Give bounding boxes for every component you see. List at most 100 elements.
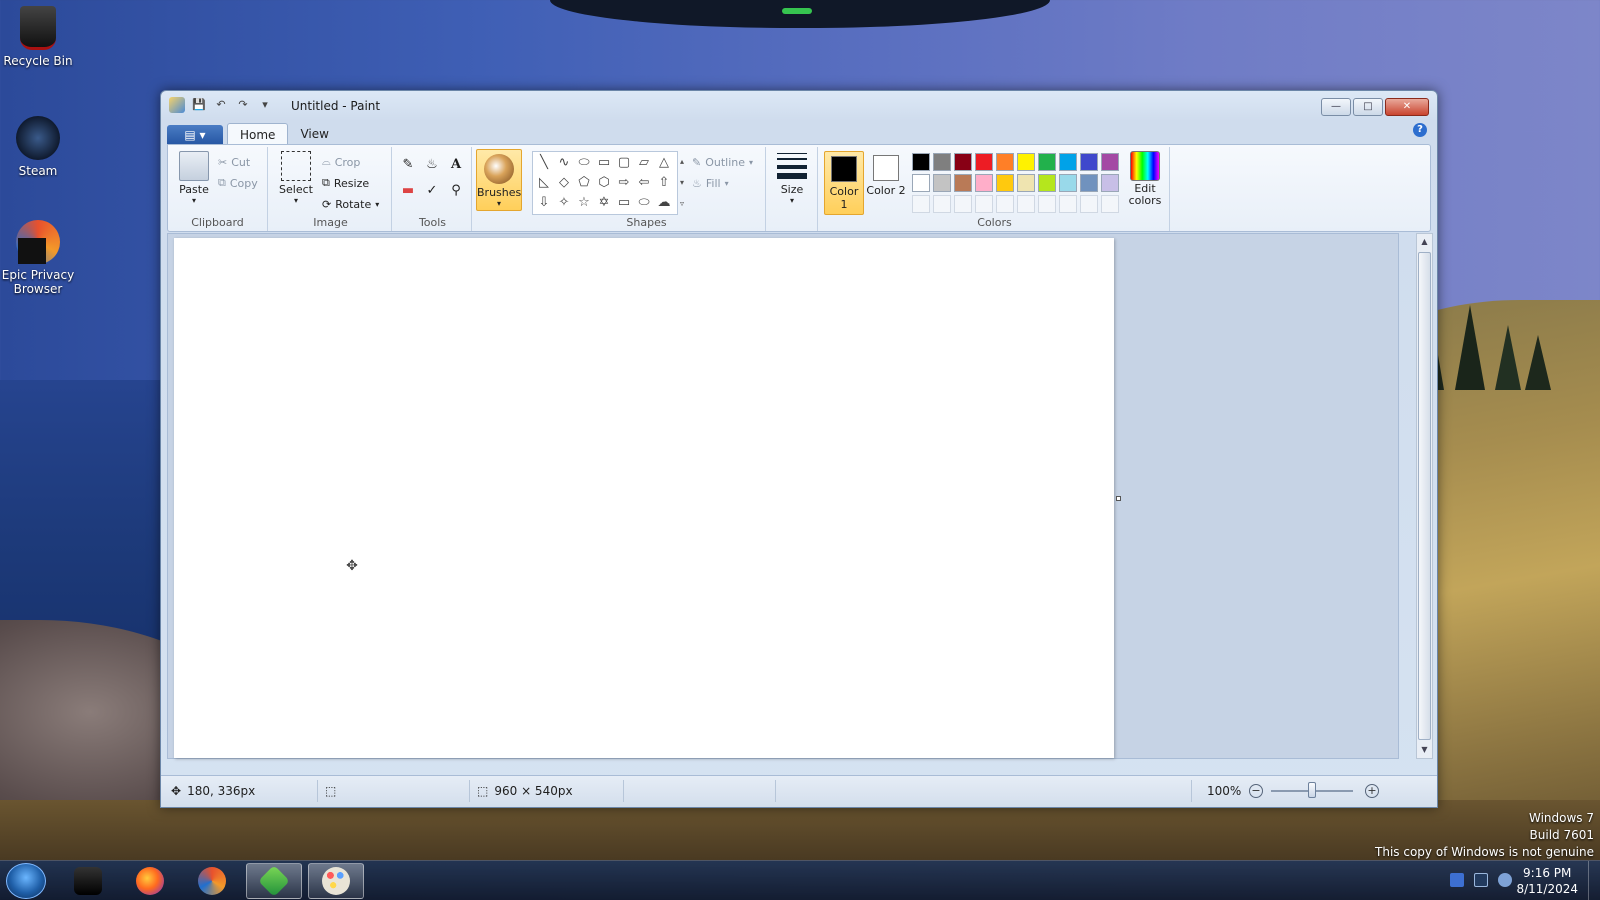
- text-tool-icon[interactable]: A: [446, 155, 466, 175]
- undo-icon[interactable]: ↶: [213, 97, 229, 113]
- shapes-scroll-chevron-down-icon[interactable]: ▴ ▾ ▿: [680, 151, 684, 214]
- custom-color-slot[interactable]: [912, 195, 930, 213]
- oval-shape-icon[interactable]: ⬭: [575, 154, 593, 172]
- color-swatch[interactable]: [1101, 153, 1119, 171]
- drawing-canvas[interactable]: ✥: [174, 238, 1114, 758]
- customize-qat-chevron-down-icon[interactable]: ▾: [257, 97, 273, 113]
- desktop-icon-epic-privacy-browser[interactable]: Epic Privacy Browser: [0, 220, 76, 296]
- close-button[interactable]: ✕: [1385, 98, 1429, 116]
- eraser-icon[interactable]: ▬: [398, 181, 418, 201]
- five-point-star-shape-icon[interactable]: ☆: [575, 194, 593, 212]
- maximize-button[interactable]: □: [1353, 98, 1383, 116]
- color-swatch[interactable]: [996, 153, 1014, 171]
- start-button[interactable]: [6, 863, 46, 899]
- six-point-star-shape-icon[interactable]: ✡: [595, 194, 613, 212]
- oval-callout-shape-icon[interactable]: ⬭: [635, 194, 653, 212]
- color-swatch[interactable]: [912, 174, 930, 192]
- custom-color-slot[interactable]: [1080, 195, 1098, 213]
- color-swatch[interactable]: [1017, 153, 1035, 171]
- color-swatch[interactable]: [1038, 174, 1056, 192]
- color-swatch[interactable]: [975, 153, 993, 171]
- color-swatch[interactable]: [1080, 174, 1098, 192]
- custom-color-slot[interactable]: [975, 195, 993, 213]
- tab-view[interactable]: View: [288, 123, 340, 145]
- zoom-out-button[interactable]: −: [1249, 784, 1263, 798]
- color-swatch[interactable]: [975, 174, 993, 192]
- color-picker-icon[interactable]: ✓: [422, 181, 442, 201]
- color-swatch[interactable]: [1059, 174, 1077, 192]
- rounded-rectangle-shape-icon[interactable]: ▢: [615, 154, 633, 172]
- cloud-callout-shape-icon[interactable]: ☁: [655, 194, 673, 212]
- custom-color-slot[interactable]: [1017, 195, 1035, 213]
- taskbar-app-paint[interactable]: [308, 863, 364, 899]
- fill-button[interactable]: ♨ Fill ▾: [692, 174, 729, 192]
- pencil-icon[interactable]: ✎: [398, 155, 418, 175]
- color-swatch[interactable]: [954, 153, 972, 171]
- four-point-star-shape-icon[interactable]: ✧: [555, 194, 573, 212]
- right-triangle-shape-icon[interactable]: ◺: [535, 174, 553, 192]
- color-swatch[interactable]: [1101, 174, 1119, 192]
- network-icon[interactable]: [1474, 873, 1488, 887]
- paste-button[interactable]: Paste ▾: [172, 151, 216, 205]
- clock[interactable]: 9:16 PM 8/11/2024: [1516, 865, 1578, 897]
- color-swatch[interactable]: [954, 174, 972, 192]
- edit-colors-button[interactable]: Edit colors: [1124, 151, 1166, 207]
- color-swatch[interactable]: [1059, 153, 1077, 171]
- fill-bucket-icon[interactable]: ♨: [422, 155, 442, 175]
- triangle-shape-icon[interactable]: △: [655, 154, 673, 172]
- curve-shape-icon[interactable]: ∿: [555, 154, 573, 172]
- tab-home[interactable]: Home: [227, 123, 289, 145]
- diamond-shape-icon[interactable]: ◇: [555, 174, 573, 192]
- color-swatch[interactable]: [933, 174, 951, 192]
- color-swatch[interactable]: [1080, 153, 1098, 171]
- desktop-icon-recycle-bin[interactable]: Recycle Bin: [0, 6, 76, 68]
- paint-app-icon[interactable]: [169, 97, 185, 113]
- vertical-scrollbar[interactable]: ▲ ▼: [1416, 233, 1433, 759]
- color-swatch[interactable]: [1038, 153, 1056, 171]
- taskbar-app-firefox[interactable]: [122, 863, 178, 899]
- rectangle-shape-icon[interactable]: ▭: [595, 154, 613, 172]
- left-arrow-shape-icon[interactable]: ⇦: [635, 174, 653, 192]
- pentagon-shape-icon[interactable]: ⬠: [575, 174, 593, 192]
- resize-button[interactable]: ⧉ Resize: [322, 174, 369, 192]
- rounded-callout-shape-icon[interactable]: ▭: [615, 194, 633, 212]
- zoom-slider-thumb[interactable]: [1308, 782, 1316, 798]
- custom-color-slot[interactable]: [996, 195, 1014, 213]
- zoom-in-button[interactable]: +: [1365, 784, 1379, 798]
- brushes-button[interactable]: Brushes ▾: [476, 149, 522, 211]
- outline-button[interactable]: ✎ Outline ▾: [692, 153, 753, 171]
- color-swatch[interactable]: [996, 174, 1014, 192]
- taskbar-app-terminal[interactable]: [60, 863, 116, 899]
- save-icon[interactable]: 💾: [191, 97, 207, 113]
- title-bar[interactable]: 💾 ↶ ↷ ▾ Untitled - Paint — □ ✕: [161, 91, 1437, 121]
- scroll-up-arrow-icon[interactable]: ▲: [1417, 234, 1432, 250]
- redo-icon[interactable]: ↷: [235, 97, 251, 113]
- line-shape-icon[interactable]: ╲: [535, 154, 553, 172]
- scrollbar-thumb[interactable]: [1418, 252, 1431, 740]
- copy-button[interactable]: ⧉ Copy: [218, 174, 258, 192]
- crop-button[interactable]: ⌓ Crop: [322, 153, 360, 171]
- cut-button[interactable]: ✂ Cut: [218, 153, 250, 171]
- up-arrow-shape-icon[interactable]: ⇧: [655, 174, 673, 192]
- polygon-shape-icon[interactable]: ▱: [635, 154, 653, 172]
- color-swatch[interactable]: [912, 153, 930, 171]
- custom-color-slot[interactable]: [1101, 195, 1119, 213]
- desktop-icon-steam[interactable]: Steam: [0, 116, 76, 178]
- shield-icon[interactable]: [1450, 873, 1464, 887]
- size-button[interactable]: Size ▾: [770, 151, 814, 205]
- show-desktop-button[interactable]: [1588, 861, 1600, 900]
- paint-menu-button[interactable]: ▤ ▾: [167, 125, 223, 145]
- down-arrow-shape-icon[interactable]: ⇩: [535, 194, 553, 212]
- color2-button[interactable]: Color 2: [866, 151, 906, 215]
- help-icon[interactable]: ?: [1413, 123, 1427, 137]
- magnifier-icon[interactable]: ⚲: [446, 181, 466, 201]
- volume-icon[interactable]: [1498, 873, 1512, 887]
- taskbar-app-green-gem[interactable]: [246, 863, 302, 899]
- rotate-button[interactable]: ⟳ Rotate ▾: [322, 195, 379, 213]
- scroll-down-arrow-icon[interactable]: ▼: [1417, 742, 1432, 758]
- color1-button[interactable]: Color 1: [824, 151, 864, 215]
- custom-color-slot[interactable]: [1038, 195, 1056, 213]
- hexagon-shape-icon[interactable]: ⬡: [595, 174, 613, 192]
- custom-color-slot[interactable]: [954, 195, 972, 213]
- color-swatch[interactable]: [933, 153, 951, 171]
